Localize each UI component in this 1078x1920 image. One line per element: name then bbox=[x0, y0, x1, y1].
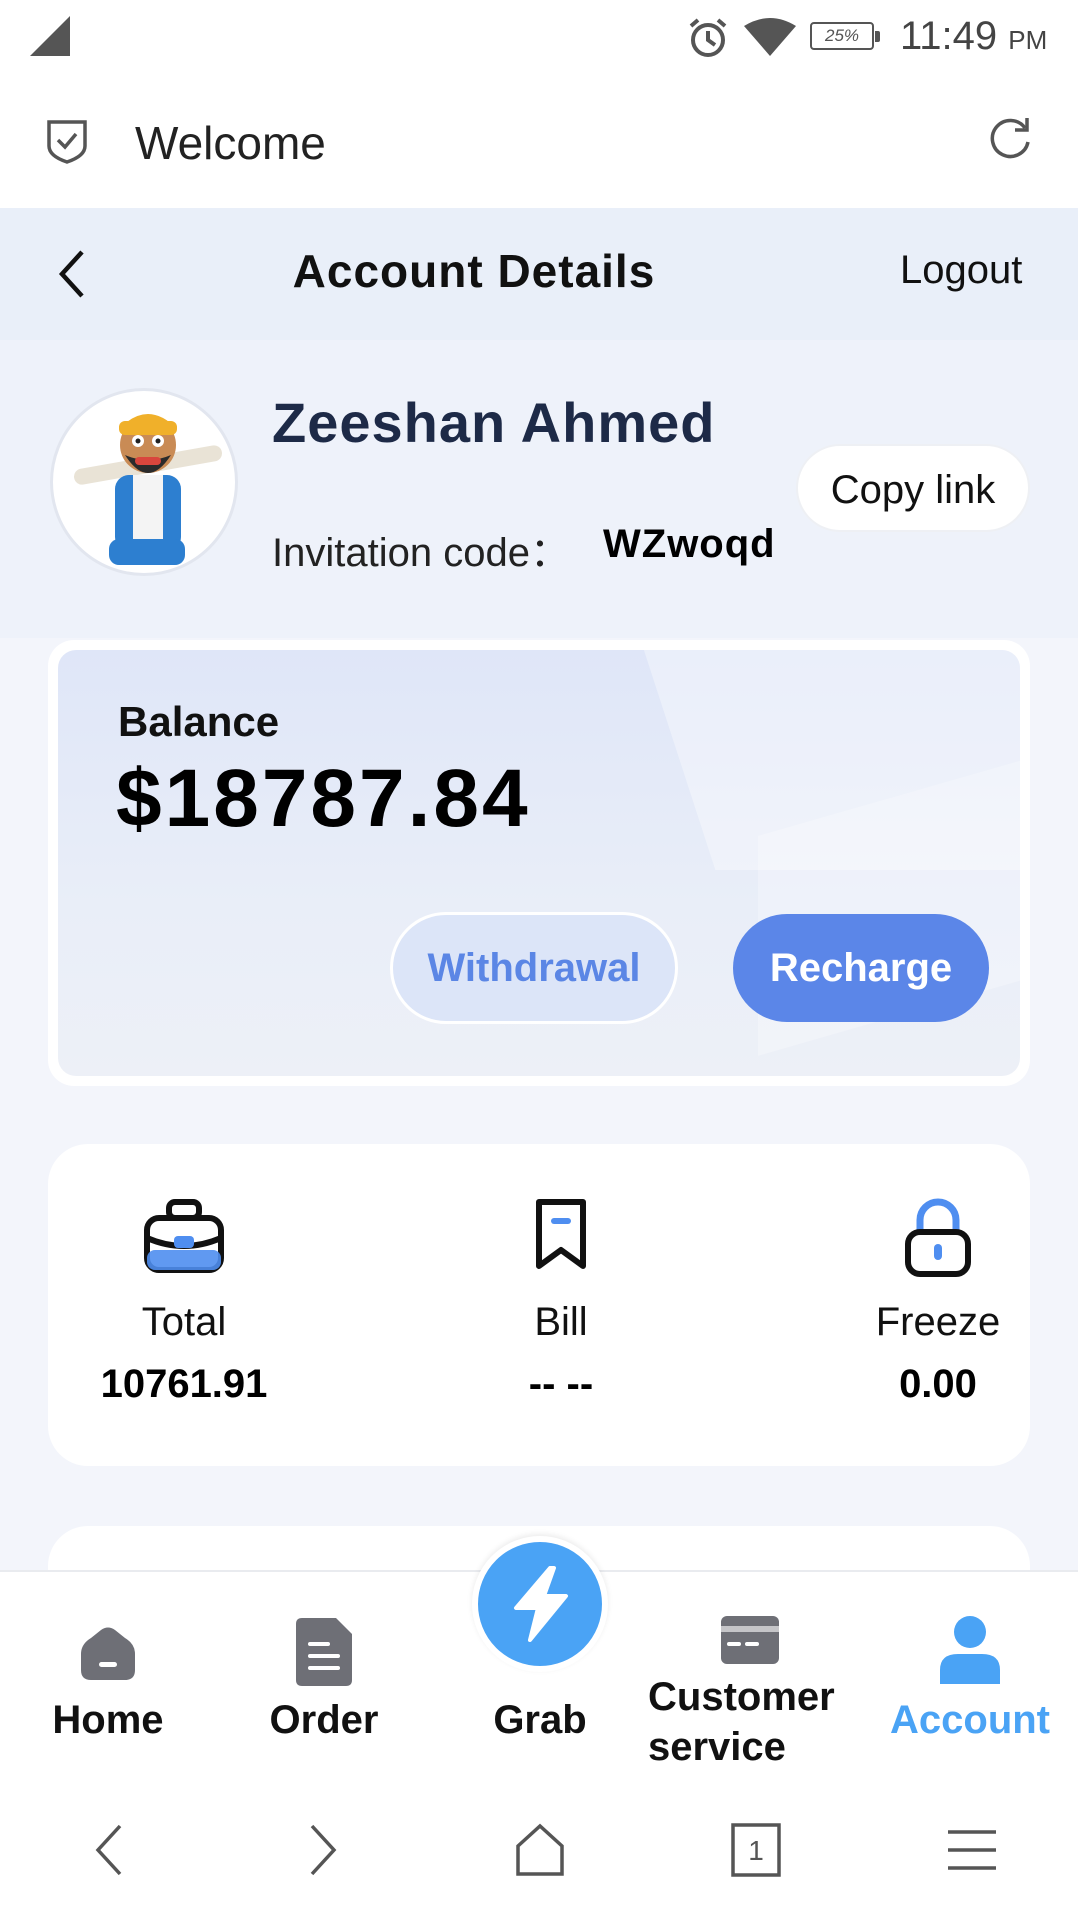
lock-icon bbox=[905, 1198, 971, 1277]
stat-total-label: Total bbox=[141, 1300, 227, 1344]
balance-label: Balance bbox=[118, 698, 280, 745]
bookmark-icon bbox=[536, 1199, 586, 1269]
shield-check-icon bbox=[47, 120, 87, 164]
system-navigation-bar: 1 bbox=[0, 1770, 1078, 1920]
lightning-icon bbox=[514, 1566, 568, 1642]
clock-ampm: PM bbox=[1008, 25, 1048, 55]
alarm-icon bbox=[689, 18, 727, 57]
profile-section: Zeeshan Ahmed Invitation code： WZwoqd Co… bbox=[0, 340, 1078, 638]
refresh-icon[interactable] bbox=[985, 114, 1035, 164]
tab-home[interactable]: Home bbox=[18, 1572, 198, 1772]
stat-freeze-label: Freeze bbox=[875, 1300, 1001, 1344]
menu-icon[interactable] bbox=[946, 1822, 998, 1878]
stat-freeze[interactable]: Freeze 0.00 bbox=[818, 1144, 1058, 1466]
tab-home-label: Home bbox=[52, 1698, 164, 1742]
app-header: Account Details Logout bbox=[0, 208, 1078, 340]
grab-button[interactable] bbox=[472, 1536, 608, 1672]
tab-order-label: Order bbox=[269, 1698, 379, 1742]
browser-title: Welcome bbox=[135, 117, 326, 169]
avatar-cartoon-image bbox=[74, 414, 222, 565]
balance-value: $18787.84 bbox=[116, 753, 531, 844]
card-icon bbox=[721, 1616, 779, 1664]
stat-bill[interactable]: Bill -- -- bbox=[441, 1144, 681, 1466]
invitation-code-value: WZwoqd bbox=[603, 522, 776, 566]
stat-freeze-value: 0.00 bbox=[899, 1362, 977, 1406]
home-outline-icon[interactable] bbox=[514, 1822, 566, 1878]
signal-icon bbox=[30, 16, 70, 56]
tab-grab-label: Grab bbox=[493, 1698, 587, 1742]
invitation-code-label: Invitation code： bbox=[272, 531, 570, 575]
balance-card: Balance $18787.84 Withdrawal Recharge bbox=[48, 640, 1030, 1086]
tab-account[interactable]: Account bbox=[880, 1572, 1060, 1772]
logout-button[interactable]: Logout bbox=[900, 248, 1022, 293]
browser-forward-icon[interactable] bbox=[306, 1822, 340, 1878]
battery-indicator: 25% bbox=[810, 22, 880, 50]
recharge-button[interactable]: Recharge bbox=[733, 914, 989, 1022]
tab-customer-service[interactable]: Customer service bbox=[640, 1572, 860, 1772]
svg-text:1: 1 bbox=[748, 1835, 764, 1866]
status-bar: 25% 11:49 PM bbox=[0, 0, 1078, 78]
stat-bill-value: -- -- bbox=[528, 1362, 594, 1406]
stat-total[interactable]: Total 10761.91 bbox=[64, 1144, 304, 1466]
browser-title-bar: Welcome bbox=[0, 78, 1078, 208]
person-icon bbox=[940, 1616, 1000, 1684]
withdrawal-button[interactable]: Withdrawal bbox=[390, 912, 678, 1024]
home-icon bbox=[81, 1627, 135, 1680]
tab-order[interactable]: Order bbox=[234, 1572, 414, 1772]
copy-link-button[interactable]: Copy link bbox=[796, 444, 1030, 532]
briefcase-icon bbox=[144, 1199, 224, 1273]
clock-time: 11:49 bbox=[900, 14, 998, 58]
clock: 11:49 PM bbox=[900, 14, 1047, 59]
document-icon bbox=[296, 1618, 352, 1686]
avatar bbox=[50, 388, 238, 576]
tabs-count-icon[interactable]: 1 bbox=[730, 1822, 782, 1878]
tab-account-label: Account bbox=[890, 1698, 1050, 1742]
tab-customer-service-label: Customer service bbox=[648, 1675, 835, 1769]
stat-bill-label: Bill bbox=[534, 1300, 588, 1344]
stat-total-value: 10761.91 bbox=[100, 1362, 268, 1406]
user-name: Zeeshan Ahmed bbox=[272, 391, 716, 454]
balance-card-inner: Balance $18787.84 Withdrawal Recharge bbox=[58, 650, 1020, 1076]
wifi-icon bbox=[744, 18, 796, 56]
browser-back-icon[interactable] bbox=[92, 1822, 126, 1878]
stats-card: Total 10761.91 Bill -- -- Freeze 0.00 bbox=[48, 1144, 1030, 1466]
